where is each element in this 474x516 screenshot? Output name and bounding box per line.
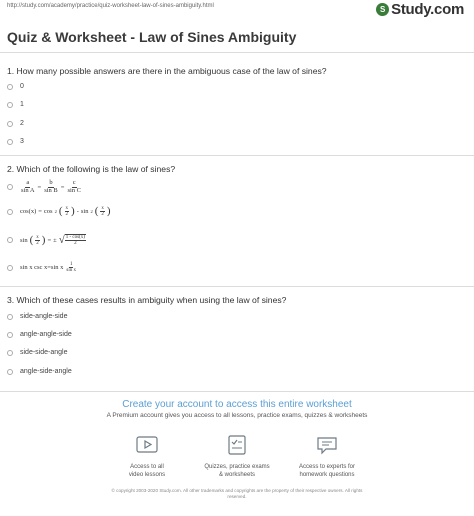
question-1: 1. How many possible answers are there i… (7, 66, 327, 76)
feature-line-1: Access to experts for (298, 464, 356, 470)
option-label: 2 (20, 120, 24, 127)
feature-line-1: Access to all (130, 464, 164, 470)
logo-mark-icon: S (376, 3, 390, 16)
q3-option-0[interactable]: side-angle-side (7, 313, 67, 320)
double-angle-formula: cos(x) = cos 2 (x 2) - sin 2 (x 2) (20, 205, 111, 218)
option-label: 1 (20, 101, 24, 108)
q3-option-2[interactable]: side-side-angle (7, 349, 67, 356)
q3-option-1[interactable]: angle-angle-side (7, 331, 72, 338)
law-of-sines-formula: a sin A = b sin B = c sin C (21, 179, 81, 194)
divider (0, 155, 474, 156)
option-label: side-angle-side (20, 313, 68, 320)
quiz-icon (228, 435, 246, 455)
feature-line-2: homework questions (299, 471, 355, 478)
logo-text: Study.com (391, 1, 464, 18)
q2-option-1[interactable]: cos(x) = cos 2 (x 2) - sin 2 (x 2) (7, 206, 111, 217)
feature-line-2: & worksheets (218, 471, 255, 478)
create-account-link[interactable]: Create your account to access this entir… (0, 399, 474, 410)
radio-button[interactable] (7, 83, 13, 90)
copyright-notice: © copyright 2003-2020 Study.com. All oth… (0, 488, 474, 501)
divider (0, 391, 474, 392)
option-label: angle-side-angle (20, 368, 72, 375)
video-icon (136, 436, 158, 453)
chat-icon (317, 437, 337, 455)
divider (0, 52, 474, 53)
reciprocal-identity: sin x csc x=sin x 1 sin x (20, 262, 76, 273)
radio-button[interactable] (7, 264, 13, 271)
cta-subtitle: A Premium account gives you access to al… (106, 412, 368, 419)
feature-line-1: Quizzes, practice exams (204, 464, 270, 470)
radio-button[interactable] (7, 237, 13, 243)
top-bar: http://study.com/academy/practice/quiz-w… (0, 0, 474, 20)
radio-button[interactable] (7, 101, 13, 108)
radio-button[interactable] (7, 368, 13, 375)
q1-option-2[interactable]: 2 (7, 120, 24, 127)
copyright-line-2: reserved. (227, 494, 247, 500)
radio-button[interactable] (7, 208, 13, 215)
page-title: Quiz & Worksheet - Law of Sines Ambiguit… (7, 29, 297, 45)
radio-button[interactable] (7, 184, 13, 190)
q2-option-0[interactable]: a sin A = b sin B = c sin C (7, 179, 82, 194)
q1-option-3[interactable]: 3 (7, 138, 24, 145)
option-label: 3 (20, 138, 24, 145)
radio-button[interactable] (7, 313, 13, 320)
study-logo[interactable]: S Study.com (376, 1, 464, 18)
copyright-line-1: © copyright 2003-2020 Study.com. All oth… (111, 488, 363, 493)
feature-quizzes: Quizzes, practice exams & worksheets (189, 434, 285, 480)
feature-line-2: video lessons (128, 471, 166, 478)
radio-button[interactable] (7, 138, 13, 145)
q2-option-3[interactable]: sin x csc x=sin x 1 sin x (7, 262, 77, 273)
option-label: side-side-angle (20, 349, 68, 356)
feature-experts: Access to experts for homework questions (279, 434, 375, 480)
question-3: 3. Which of these cases results in ambig… (7, 295, 287, 305)
q2-option-2[interactable]: sin (x 2) = ± √ 1 - cos(x) 2 (7, 234, 86, 246)
radio-button[interactable] (7, 120, 13, 127)
divider (0, 286, 474, 287)
q3-option-3[interactable]: angle-side-angle (7, 368, 72, 375)
radio-button[interactable] (7, 331, 13, 338)
radio-button[interactable] (7, 349, 13, 356)
q1-option-0[interactable]: 0 (7, 83, 24, 90)
page-url[interactable]: http://study.com/academy/practice/quiz-w… (7, 3, 214, 9)
option-label: 0 (20, 83, 24, 90)
option-label: angle-angle-side (20, 331, 72, 338)
q1-option-1[interactable]: 1 (7, 101, 24, 108)
question-2: 2. Which of the following is the law of … (7, 164, 176, 174)
premium-cta: Create your account to access this entir… (0, 399, 474, 419)
feature-video-lessons: Access to all video lessons (99, 434, 195, 480)
half-angle-formula: sin (x 2) = ± √ 1 - cos(x) 2 (20, 233, 86, 246)
